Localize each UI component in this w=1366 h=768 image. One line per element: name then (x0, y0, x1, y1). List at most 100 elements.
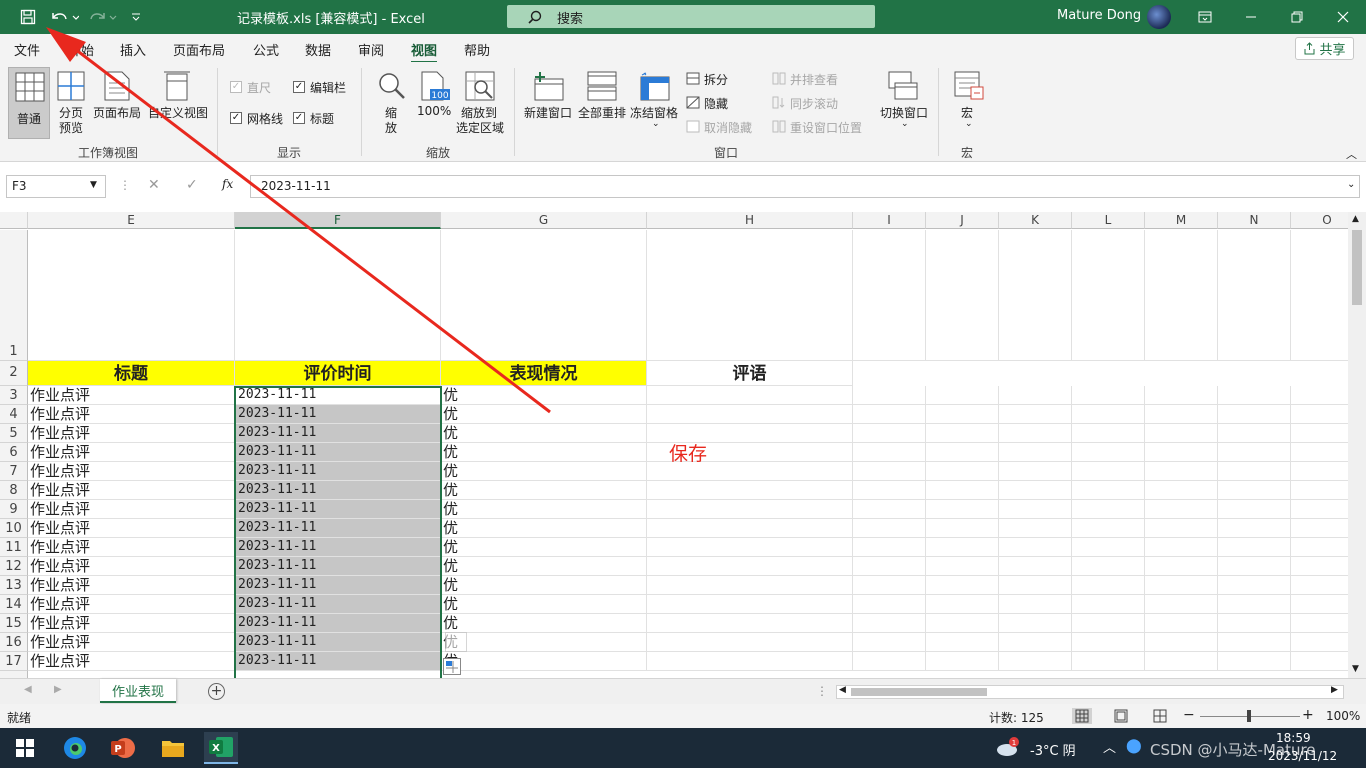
next-sheet-icon[interactable]: ▶ (54, 684, 62, 695)
row-header[interactable]: 17 (0, 652, 28, 671)
cell[interactable] (999, 462, 1072, 481)
cell-eval-date[interactable]: 2023-11-11 (235, 405, 441, 424)
minimize-button[interactable] (1228, 0, 1274, 34)
cell-performance[interactable]: 优 (441, 424, 647, 443)
zoom-in-icon[interactable]: + (1302, 707, 1314, 723)
cell[interactable] (647, 652, 853, 671)
row-header[interactable]: 12 (0, 557, 28, 576)
normal-view-status-icon[interactable] (1072, 708, 1092, 724)
cell-eval-date[interactable]: 2023-11-11 (235, 519, 441, 538)
column-header-l[interactable]: L (1072, 212, 1145, 229)
cell[interactable] (1072, 633, 1145, 652)
horizontal-scrollbar[interactable]: ◀ ▶ (836, 685, 1344, 699)
cell[interactable] (1218, 462, 1291, 481)
cell[interactable] (1145, 405, 1218, 424)
select-all-corner[interactable] (0, 212, 28, 229)
cell-performance[interactable]: 优 (441, 633, 647, 652)
cell-performance[interactable]: 优 (441, 405, 647, 424)
cell-performance[interactable]: 优 (441, 538, 647, 557)
cell-performance[interactable]: 优 (441, 652, 647, 671)
row-header[interactable]: 9 (0, 500, 28, 519)
cell[interactable] (1291, 576, 1348, 595)
column-header-i[interactable]: I (853, 212, 926, 229)
cell[interactable] (926, 652, 999, 671)
cell[interactable] (1291, 652, 1348, 671)
cell[interactable] (999, 519, 1072, 538)
gridlines-checkbox[interactable]: ✓ (230, 112, 242, 124)
paste-options-icon[interactable] (445, 632, 467, 652)
cell[interactable] (853, 595, 926, 614)
formula-bar-checkbox[interactable]: ✓ (293, 81, 305, 93)
cell[interactable] (926, 386, 999, 405)
cell-performance[interactable]: 优 (441, 443, 647, 462)
cell[interactable] (1218, 424, 1291, 443)
cell[interactable] (853, 633, 926, 652)
cell[interactable] (1145, 481, 1218, 500)
cell[interactable] (1072, 481, 1145, 500)
cell[interactable] (999, 614, 1072, 633)
cell[interactable] (1291, 519, 1348, 538)
cell[interactable] (647, 614, 853, 633)
column-header-e[interactable]: E (28, 212, 235, 229)
cell[interactable] (853, 614, 926, 633)
undo-icon[interactable] (46, 6, 82, 28)
cell[interactable] (1145, 443, 1218, 462)
page-layout-status-icon[interactable] (1113, 709, 1129, 723)
cell[interactable] (1291, 386, 1348, 405)
column-header-m[interactable]: M (1145, 212, 1218, 229)
vertical-scroll-thumb[interactable] (1352, 230, 1362, 305)
row-header[interactable] (0, 671, 28, 678)
cell[interactable] (853, 230, 926, 361)
avatar[interactable] (1147, 5, 1171, 29)
cell[interactable] (926, 519, 999, 538)
quick-analysis-icon[interactable] (443, 658, 461, 675)
cell[interactable] (853, 405, 926, 424)
row-header[interactable]: 3 (0, 386, 28, 405)
cell[interactable] (1072, 595, 1145, 614)
row-header-1[interactable]: 1 (0, 230, 28, 361)
cell-title[interactable]: 作业点评 (28, 443, 235, 462)
tab-file[interactable]: 文件 (14, 40, 40, 59)
tab-help[interactable]: 帮助 (464, 40, 490, 59)
tray-chevron-icon[interactable]: ︿ (1103, 737, 1116, 756)
cell[interactable] (1145, 386, 1218, 405)
cell[interactable] (999, 576, 1072, 595)
cell-title[interactable]: 作业点评 (28, 500, 235, 519)
cell[interactable] (999, 652, 1072, 671)
cell[interactable] (647, 595, 853, 614)
tray-app-icon[interactable]: ⬤ (1126, 738, 1142, 754)
cell[interactable] (999, 424, 1072, 443)
cell[interactable] (999, 557, 1072, 576)
cancel-icon[interactable]: ✕ (148, 177, 160, 193)
page-break-status-icon[interactable] (1152, 709, 1168, 723)
search-box[interactable]: 搜索 (507, 5, 875, 28)
cell[interactable] (1145, 230, 1218, 361)
enter-icon[interactable]: ✓ (186, 177, 198, 193)
row-header[interactable]: 4 (0, 405, 28, 424)
scroll-up-icon[interactable]: ▲ (1352, 214, 1359, 224)
row-header[interactable]: 6 (0, 443, 28, 462)
cell[interactable] (926, 614, 999, 633)
cell[interactable] (441, 230, 647, 361)
restore-button[interactable] (1274, 0, 1320, 34)
cell-performance[interactable]: 优 (441, 557, 647, 576)
cell[interactable] (647, 557, 853, 576)
header-cell-eval-time[interactable]: 评价时间 (235, 361, 441, 386)
cell[interactable] (647, 519, 853, 538)
cell-title[interactable]: 作业点评 (28, 652, 235, 671)
cell[interactable] (647, 633, 853, 652)
cell[interactable] (1072, 230, 1145, 361)
formula-input[interactable]: 2023-11-11 (250, 175, 1360, 198)
cell-title[interactable]: 作业点评 (28, 576, 235, 595)
cell[interactable] (1291, 462, 1348, 481)
insert-function-icon[interactable]: fx (222, 177, 233, 191)
cell-title[interactable]: 作业点评 (28, 386, 235, 405)
cell[interactable] (1072, 538, 1145, 557)
cell[interactable] (1145, 424, 1218, 443)
cell[interactable] (853, 538, 926, 557)
cell-title[interactable]: 作业点评 (28, 405, 235, 424)
cell[interactable] (853, 462, 926, 481)
scroll-down-icon[interactable]: ▼ (1352, 664, 1359, 674)
cell[interactable] (647, 230, 853, 361)
row-header[interactable]: 15 (0, 614, 28, 633)
